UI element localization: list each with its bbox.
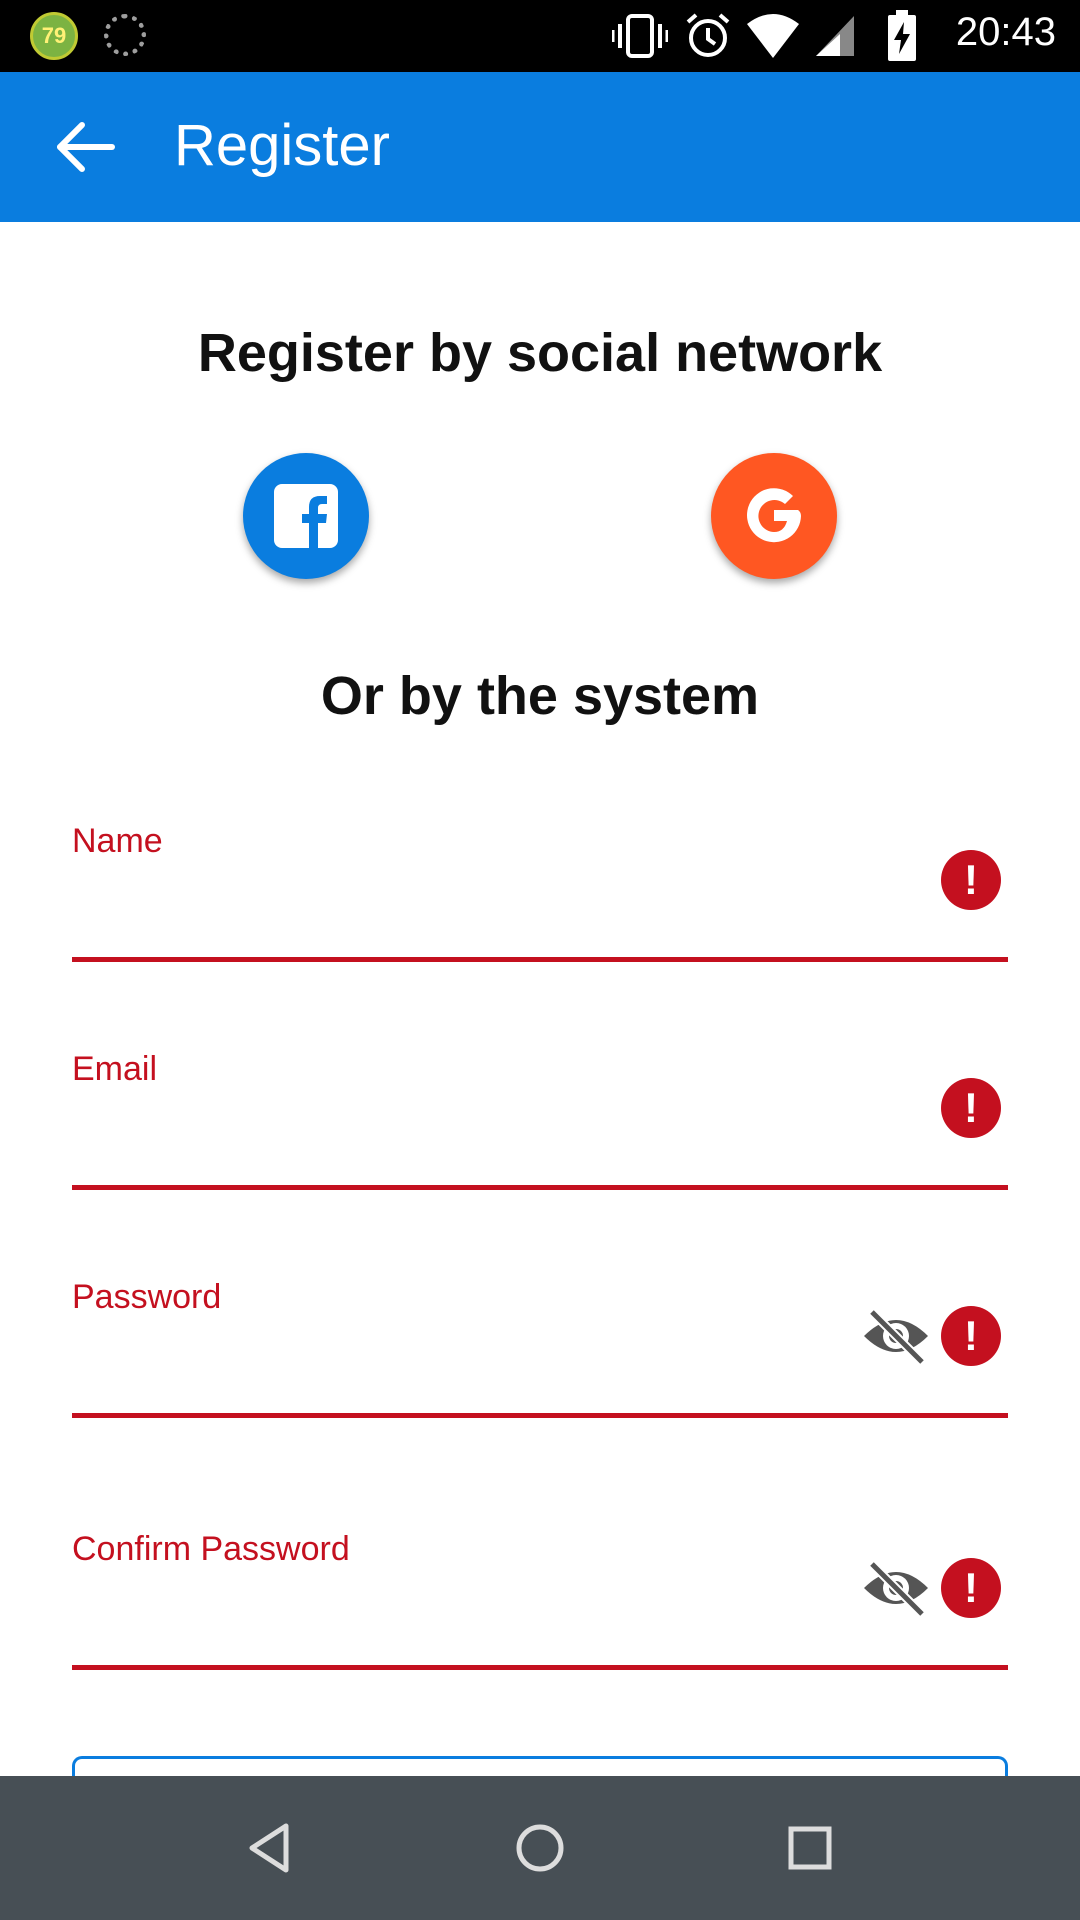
name-label: Name [72,822,163,860]
name-input[interactable] [72,902,1008,962]
facebook-icon [274,484,338,548]
page-title: Register [174,113,390,178]
password-field: Password ! [72,1278,1008,1418]
error-alert-icon: ! [941,1558,1001,1618]
error-alert-icon: ! [941,1078,1001,1138]
email-input[interactable] [72,1130,1008,1190]
recents-square-icon[interactable] [780,1818,840,1878]
email-field: Email ! [72,1050,1008,1190]
eye-off-icon[interactable] [860,1306,932,1366]
error-alert-icon: ! [941,1306,1001,1366]
signal-icon [816,16,854,56]
loading-spinner-icon [104,14,146,56]
email-label: Email [72,1050,158,1088]
home-circle-icon[interactable] [510,1818,570,1878]
vibrate-icon [612,14,668,58]
system-nav-bar [0,1776,1080,1920]
arrow-back-icon[interactable] [50,117,120,177]
google-button[interactable] [711,453,837,579]
back-triangle-icon[interactable] [240,1818,300,1878]
confirm-password-input[interactable] [72,1610,1008,1670]
alarm-icon [686,13,730,57]
confirm-password-label: Confirm Password [72,1530,350,1568]
app-bar: Register [0,72,1080,222]
password-input[interactable] [72,1358,1008,1418]
name-field: Name ! [72,822,1008,962]
password-label: Password [72,1278,222,1316]
badge-text: 79 [41,23,67,48]
battery-saver-badge: 79 [30,12,78,60]
battery-charging-icon [888,10,916,61]
status-time: 20:43 [955,10,1056,54]
social-register-heading: Register by social network [197,323,883,383]
confirm-password-field: Confirm Password ! [72,1530,1008,1670]
status-bar: 79 20:43 [0,0,1080,72]
google-icon [747,488,801,543]
system-register-heading: Or by the system [320,666,760,726]
facebook-button[interactable] [243,453,369,579]
eye-off-icon[interactable] [860,1558,932,1618]
error-alert-icon: ! [941,850,1001,910]
wifi-icon [747,14,799,58]
